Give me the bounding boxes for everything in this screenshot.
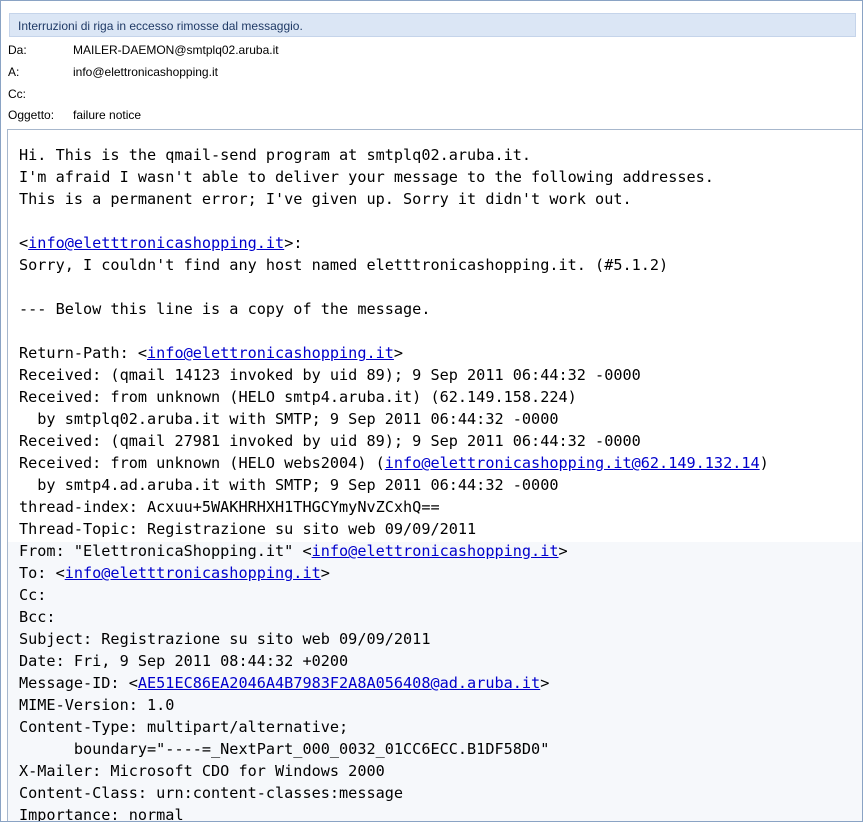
text-segment: Return-Path: <: [19, 344, 148, 362]
body-line: Date: Fri, 9 Sep 2011 08:44:32 +0200: [19, 652, 349, 670]
text-segment: Received: from unknown (HELO webs2004) (: [19, 454, 385, 472]
text-segment: To: <: [19, 564, 65, 582]
message-window: Interruzioni di riga in eccesso rimosse …: [0, 0, 863, 822]
body-line: Cc:: [19, 586, 47, 604]
from-address-link[interactable]: info@elettronicashopping.it: [312, 542, 559, 560]
received-line: Received: from unknown (HELO webs2004) (…: [19, 452, 862, 474]
message-id-line: Message-ID: <AE51EC86EA2046A4B7983F2A8A0…: [19, 672, 862, 694]
body-line-blank: [19, 210, 862, 232]
body-line: Received: (qmail 27981 invoked by uid 89…: [19, 432, 641, 450]
from-line: From: "ElettronicaShopping.it" <info@ele…: [19, 540, 862, 562]
header-to-label: A:: [8, 65, 20, 79]
message-text: Hi. This is the qmail-send program at sm…: [19, 144, 862, 822]
body-line: Content-Class: urn:content-classes:messa…: [19, 784, 404, 802]
return-path-link[interactable]: info@elettronicashopping.it: [147, 344, 394, 362]
to-line: To: <info@eletttronicashopping.it>: [19, 562, 862, 584]
received-address-link[interactable]: info@elettronicashopping.it@62.149.132.1…: [385, 454, 760, 472]
body-line: Thread-Topic: Registrazione su sito web …: [19, 520, 477, 538]
body-line: Bcc:: [19, 608, 56, 626]
header-from-value[interactable]: MAILER-DAEMON@smtplq02.aruba.it: [73, 40, 279, 60]
text-segment: Message-ID: <: [19, 674, 138, 692]
body-line: boundary="----=_NextPart_000_0032_01CC6E…: [19, 740, 550, 758]
body-line: Content-Type: multipart/alternative;: [19, 718, 349, 736]
body-line-blank: [19, 320, 862, 342]
body-line: Received: (qmail 14123 invoked by uid 89…: [19, 366, 641, 384]
text-segment: >: [320, 564, 330, 582]
body-line: This is a permanent error; I've given up…: [19, 190, 632, 208]
failed-address-line: <info@eletttronicashopping.it>:: [19, 232, 862, 254]
body-line: X-Mailer: Microsoft CDO for Windows 2000: [19, 762, 385, 780]
body-line-blank: [19, 276, 862, 298]
header-from-label: Da:: [8, 43, 27, 57]
body-line: --- Below this line is a copy of the mes…: [19, 300, 431, 318]
to-address-link[interactable]: info@eletttronicashopping.it: [65, 564, 321, 582]
text-segment: >: [558, 542, 568, 560]
message-body[interactable]: Hi. This is the qmail-send program at sm…: [7, 129, 862, 822]
text-segment: ): [759, 454, 769, 472]
return-path-line: Return-Path: <info@elettronicashopping.i…: [19, 342, 862, 364]
body-line: Hi. This is the qmail-send program at sm…: [19, 146, 532, 164]
header-subject-label: Oggetto:: [8, 108, 55, 122]
body-line: thread-index: Acxuu+5WAKHRHXH1THGCYmyNvZ…: [19, 498, 440, 516]
body-line: I'm afraid I wasn't able to deliver your…: [19, 168, 714, 186]
body-line: MIME-Version: 1.0: [19, 696, 175, 714]
info-bar[interactable]: Interruzioni di riga in eccesso rimosse …: [9, 13, 856, 37]
text-segment: <: [19, 234, 29, 252]
body-line: Importance: normal: [19, 806, 184, 822]
header-cc-label: Cc:: [8, 87, 26, 101]
header-to-value[interactable]: info@elettronicashopping.it: [73, 62, 218, 82]
info-bar-text: Interruzioni di riga in eccesso rimosse …: [18, 19, 303, 33]
text-segment: >:: [284, 234, 303, 252]
body-line: Sorry, I couldn't find any host named el…: [19, 256, 669, 274]
text-segment: >: [540, 674, 550, 692]
body-line: Subject: Registrazione su sito web 09/09…: [19, 630, 431, 648]
message-id-link[interactable]: AE51EC86EA2046A4B7983F2A8A056408@ad.arub…: [138, 674, 540, 692]
text-segment: From: "ElettronicaShopping.it" <: [19, 542, 312, 560]
body-line: by smtp4.ad.aruba.it with SMTP; 9 Sep 20…: [19, 476, 559, 494]
text-segment: >: [393, 344, 404, 362]
body-line: Received: from unknown (HELO smtp4.aruba…: [19, 388, 577, 406]
failed-address-link[interactable]: info@eletttronicashopping.it: [28, 234, 284, 252]
header-subject-value: failure notice: [73, 108, 142, 122]
body-line: by smtplq02.aruba.it with SMTP; 9 Sep 20…: [19, 410, 559, 428]
